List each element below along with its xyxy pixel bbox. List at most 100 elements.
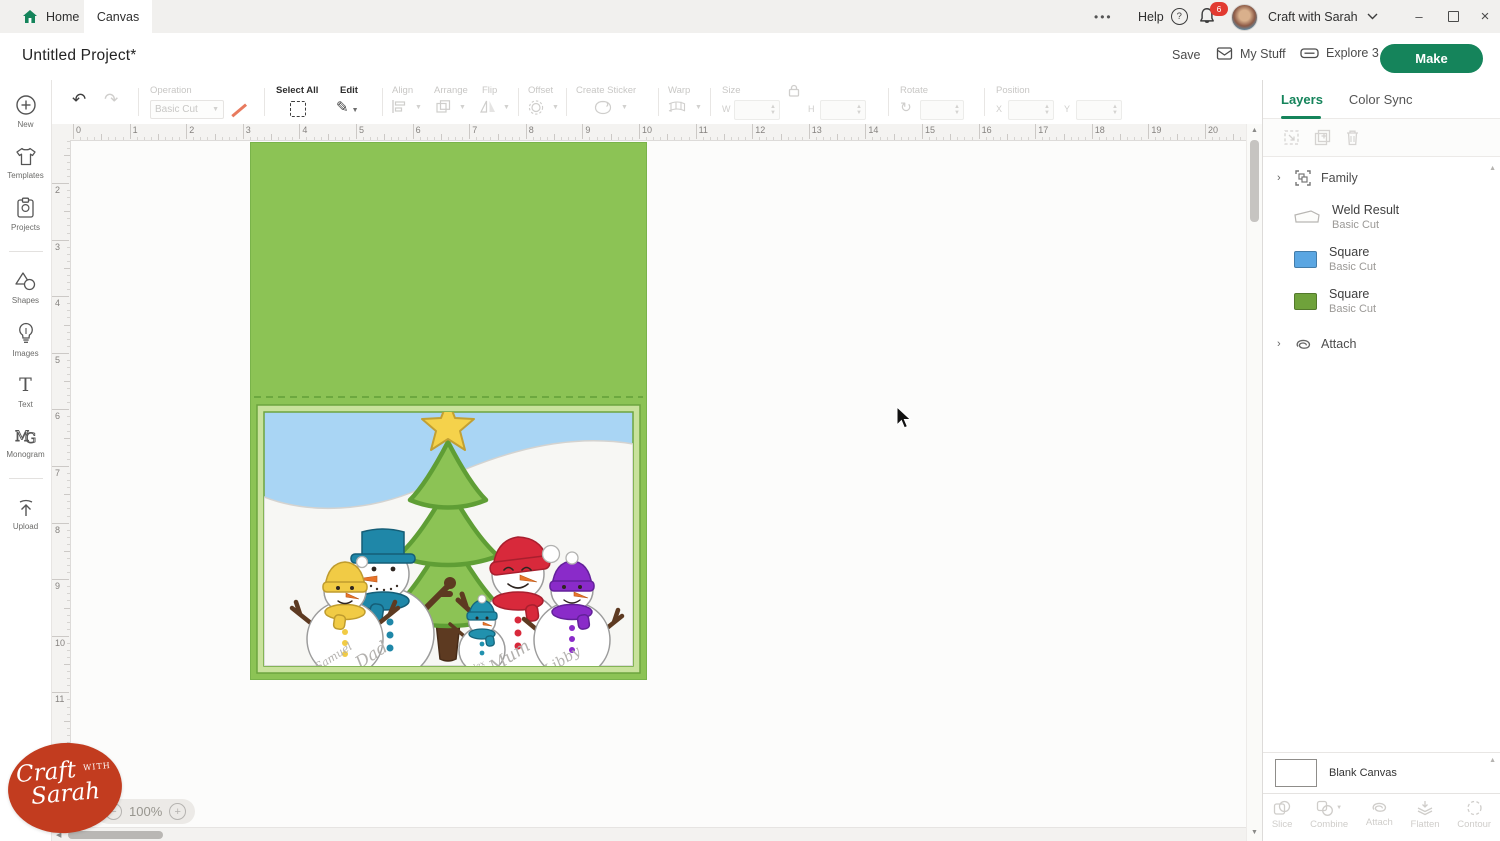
create-sticker-button[interactable] [594,100,612,115]
sidebar-divider [9,251,43,252]
sidebar-item-projects[interactable]: Projects [0,197,52,232]
rotate-label: Rotate [900,85,928,96]
help-button[interactable]: Help ? [1138,0,1188,33]
layer-square-green[interactable]: SquareBasic Cut [1294,287,1500,315]
text-icon: T [19,375,32,396]
operation-select[interactable]: Basic Cut▼ [150,100,224,119]
expand-chevron-icon[interactable]: › [1277,338,1285,350]
save-button[interactable]: Save [1172,48,1201,62]
zoom-in-button[interactable]: + [169,803,186,820]
warp-label: Warp [668,85,690,96]
select-all-label: Select All [276,85,318,96]
arrange-button[interactable] [436,100,451,113]
operation-label: Operation [150,85,192,96]
close-button[interactable]: × [1470,0,1500,33]
warp-button[interactable] [668,100,686,114]
new-icon [15,94,37,116]
ruler-horizontal: 01234567891011121314151617181920 [70,124,1246,141]
flatten-button[interactable]: Flatten [1411,800,1440,830]
sidebar-item-monogram[interactable]: MG Monogram [0,426,52,459]
attach-button[interactable]: Attach [1366,800,1393,828]
position-x-input[interactable]: ▲▼ [1008,100,1054,120]
edit-pencil-button[interactable]: ✎▼ [336,98,359,116]
panel-scroll-down-arrow[interactable]: ▲ [1489,757,1496,764]
expand-chevron-icon[interactable]: › [1277,172,1285,184]
blank-canvas-label: Blank Canvas [1329,767,1397,779]
flip-button[interactable] [480,100,496,113]
ruler-corner [52,124,71,141]
position-y-input[interactable]: ▲▼ [1076,100,1122,120]
blue-swatch [1294,251,1317,268]
select-objects-icon[interactable] [1283,129,1300,146]
redo-button[interactable]: ↷ [104,90,118,110]
tab-layers[interactable]: Layers [1281,92,1323,107]
paperclip-icon [1370,800,1388,814]
avatar[interactable] [1231,4,1258,31]
offset-button[interactable] [528,100,544,115]
make-button[interactable]: Make [1380,44,1483,73]
tab-color-sync[interactable]: Color Sync [1349,92,1413,107]
machine-icon [1300,46,1319,60]
tab-home[interactable]: Home [6,0,95,33]
scroll-up-arrow[interactable]: ▲ [1251,127,1258,134]
width-input[interactable]: ▲▼ [734,100,780,120]
canvas-card-object[interactable]: Samuel Dad Alex Mum Libby [250,142,647,680]
undo-button[interactable]: ↶ [72,90,86,110]
sidebar-item-upload[interactable]: Upload [0,498,52,531]
lock-icon[interactable] [788,84,800,97]
sidebar-item-images[interactable]: Images [0,322,52,358]
arrange-icon [436,100,451,113]
height-letter: H [808,104,815,114]
panel-scroll-up-arrow[interactable]: ▲ [1489,165,1496,172]
blank-canvas-row[interactable]: Blank Canvas ▲ [1263,752,1500,793]
flip-label: Flip [482,85,497,96]
rotate-input[interactable]: ▲▼ [920,100,964,120]
slice-icon [1273,800,1291,816]
my-stuff-button[interactable]: My Stuff [1216,46,1286,61]
combine-button[interactable]: ▼ Combine [1310,800,1348,830]
horizontal-scroll-thumb[interactable] [68,831,163,839]
monogram-icon: MG [14,426,38,446]
layer-group-attach[interactable]: › Attach [1277,337,1500,351]
canvas-horizontal-scrollbar[interactable]: ◀ [52,827,1246,841]
home-label: Home [46,10,79,24]
overflow-menu-button[interactable]: ••• [1094,0,1113,33]
layer-tools-row [1263,119,1500,157]
minimize-button[interactable]: – [1404,0,1434,33]
header-bar: Untitled Project* Save My Stuff Explore … [0,33,1500,80]
warp-icon [668,100,686,114]
trash-icon[interactable] [1345,129,1360,146]
blank-canvas-swatch [1275,759,1317,787]
operation-color-swatch[interactable] [231,104,246,117]
canvas-vertical-scrollbar[interactable]: ▲ ▼ [1246,124,1262,841]
vertical-scroll-thumb[interactable] [1250,140,1259,222]
explore-machine-button[interactable]: Explore 3 [1300,46,1379,60]
weld-thumbnail [1294,209,1320,225]
align-button[interactable] [392,100,407,113]
contour-button[interactable]: Contour [1457,800,1491,830]
restore-button[interactable] [1438,0,1468,33]
sidebar-item-new[interactable]: New [0,94,52,129]
align-label: Align [392,85,413,96]
scroll-down-arrow[interactable]: ▼ [1251,829,1258,836]
sidebar-item-shapes[interactable]: Shapes [0,271,52,305]
duplicate-icon[interactable] [1314,129,1331,146]
select-all-button[interactable] [290,101,306,117]
cricut-design-space-window: Home Canvas ••• Help ? 6 Craft with Sara… [0,0,1500,841]
contour-icon [1466,800,1483,816]
tab-canvas[interactable]: Canvas [84,0,152,33]
left-sidebar: New Templates Projects Shapes Images T T… [0,80,52,841]
sidebar-item-text[interactable]: T Text [0,375,52,409]
account-menu[interactable]: Craft with Sarah [1268,0,1378,33]
layer-square-blue[interactable]: SquareBasic Cut [1294,245,1500,273]
canvas-area[interactable] [70,140,1246,827]
tshirt-icon [15,146,37,167]
height-input[interactable]: ▲▼ [820,100,866,120]
layer-weld-result[interactable]: Weld ResultBasic Cut [1294,203,1500,231]
shapes-icon [14,271,37,292]
layer-group-family[interactable]: › Family [1277,169,1500,187]
snowman-card-artwork: Samuel Dad Alex Mum Libby [250,142,647,680]
panel-tabs: Layers Color Sync [1263,80,1500,119]
sidebar-item-templates[interactable]: Templates [0,146,52,180]
slice-button[interactable]: Slice [1272,800,1293,830]
